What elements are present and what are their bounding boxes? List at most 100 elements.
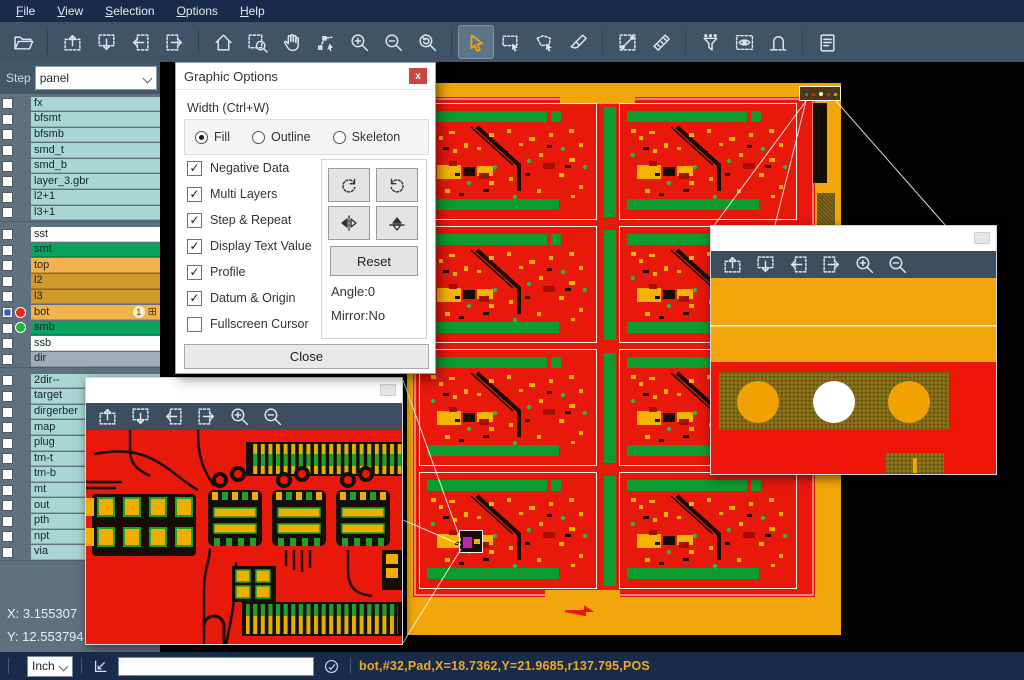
layer-row-l2[interactable]: l2	[0, 274, 160, 290]
layer-visibility-checkbox[interactable]	[2, 307, 13, 318]
layer-visibility-checkbox[interactable]	[2, 407, 13, 418]
layer-visibility-checkbox[interactable]	[2, 145, 13, 156]
radio-outline[interactable]: Outline	[252, 130, 311, 144]
step-select[interactable]: panel	[35, 66, 157, 90]
layer-visibility-checkbox[interactable]	[2, 338, 13, 349]
radio-fill[interactable]: Fill	[195, 130, 230, 144]
box-arrow-down-button[interactable]	[753, 254, 777, 276]
brush-button[interactable]	[561, 26, 595, 58]
layer-visibility-checkbox[interactable]	[2, 453, 13, 464]
layer-visibility-checkbox[interactable]	[2, 260, 13, 271]
layer-visibility-checkbox[interactable]	[2, 485, 13, 496]
menu-options[interactable]: Options	[167, 2, 228, 20]
dialog-close-action-button[interactable]: Close	[184, 344, 429, 369]
layer-row-layer_3.gbr[interactable]: layer_3.gbr	[0, 174, 160, 190]
layer-color-band[interactable]: smb	[31, 321, 160, 336]
report-button[interactable]	[810, 26, 844, 58]
box-arrow-left-button[interactable]	[786, 254, 810, 276]
layer-color-band[interactable]: bfsmb	[31, 128, 160, 143]
layer-visibility-checkbox[interactable]	[2, 354, 13, 365]
layer-color-band[interactable]: ssb	[31, 336, 160, 351]
set-origin-icon[interactable]	[90, 656, 112, 676]
layer-visibility-checkbox[interactable]	[2, 245, 13, 256]
checkbox-datum-origin[interactable]: ✓Datum & Origin	[187, 285, 322, 311]
layer-row-top[interactable]: top	[0, 258, 160, 274]
layer-visibility-checkbox[interactable]	[2, 422, 13, 433]
zoom-out-button[interactable]	[376, 26, 410, 58]
layer-row-dir[interactable]: dir	[0, 352, 160, 368]
menu-selection[interactable]: Selection	[95, 2, 164, 20]
step-repeat-grid-icon[interactable]: ⊞	[148, 307, 157, 318]
layer-visibility-checkbox[interactable]	[2, 500, 13, 511]
zoom-in-button[interactable]	[227, 406, 251, 428]
pan-hand-button[interactable]	[274, 26, 308, 58]
dialog-close-button[interactable]: x	[409, 68, 427, 84]
layer-color-band[interactable]: l3+1	[31, 206, 160, 221]
unit-select[interactable]: Inch	[27, 656, 73, 677]
apply-icon[interactable]	[320, 656, 342, 676]
menu-help[interactable]: Help	[230, 2, 275, 20]
layer-visibility-checkbox[interactable]	[2, 161, 13, 172]
zoom-out-button[interactable]	[260, 406, 284, 428]
layer-color-band[interactable]: smd_b	[31, 159, 160, 174]
filter-button[interactable]	[693, 26, 727, 58]
layer-visibility-checkbox[interactable]	[2, 114, 13, 125]
box-arrow-down-button[interactable]	[89, 26, 123, 58]
layer-row-bfsmb[interactable]: bfsmb	[0, 127, 160, 143]
menu-file[interactable]: File	[6, 2, 45, 20]
layer-visibility-checkbox[interactable]	[2, 229, 13, 240]
magnifier-titlebar[interactable]	[711, 226, 996, 251]
layer-visibility-checkbox[interactable]	[2, 192, 13, 203]
rotate-cw-button[interactable]	[328, 168, 370, 202]
box-arrow-right-button[interactable]	[194, 406, 218, 428]
layer-row-bfsmt[interactable]: bfsmt	[0, 112, 160, 128]
layer-visibility-checkbox[interactable]	[2, 207, 13, 218]
radio-skeleton[interactable]: Skeleton	[333, 130, 401, 144]
layer-row-smd_b[interactable]: smd_b	[0, 158, 160, 174]
box-arrow-up-button[interactable]	[720, 254, 744, 276]
window-button-icon[interactable]	[974, 232, 990, 244]
box-arrow-right-button[interactable]	[819, 254, 843, 276]
zoom-out-button[interactable]	[885, 254, 909, 276]
layer-visibility-checkbox[interactable]	[2, 276, 13, 287]
drag-shape-button[interactable]	[308, 26, 342, 58]
layer-color-band[interactable]: l2+1	[31, 190, 160, 205]
command-input[interactable]	[118, 657, 314, 676]
layer-visibility-checkbox[interactable]	[2, 375, 13, 386]
layer-visibility-checkbox[interactable]	[2, 98, 13, 109]
zoom-in-button[interactable]	[852, 254, 876, 276]
layer-visibility-checkbox[interactable]	[2, 438, 13, 449]
magnifier-window-corner[interactable]	[710, 225, 997, 475]
measure-diag-button[interactable]	[610, 26, 644, 58]
checkbox-profile[interactable]: ✓Profile	[187, 259, 322, 285]
flip-vertical-button[interactable]	[376, 206, 418, 240]
home-button[interactable]	[206, 26, 240, 58]
reset-button[interactable]: Reset	[330, 246, 418, 276]
rotate-ccw-button[interactable]	[376, 168, 418, 202]
open-folder-button[interactable]	[6, 26, 40, 58]
box-arrow-up-button[interactable]	[55, 26, 89, 58]
layer-row-smt[interactable]: smt	[0, 242, 160, 258]
layer-visibility-checkbox[interactable]	[2, 469, 13, 480]
layer-color-band[interactable]: smt	[31, 243, 160, 258]
layer-color-band[interactable]: l2	[31, 274, 160, 289]
layer-visibility-checkbox[interactable]	[2, 291, 13, 302]
layer-row-sst[interactable]: sst	[0, 227, 160, 243]
layer-row-l2+1[interactable]: l2+1	[0, 190, 160, 206]
box-arrow-down-button[interactable]	[128, 406, 152, 428]
menu-view[interactable]: View	[47, 2, 93, 20]
layer-visibility-checkbox[interactable]	[2, 323, 13, 334]
ruler-button[interactable]	[644, 26, 678, 58]
layer-row-l3+1[interactable]: l3+1	[0, 205, 160, 221]
layer-color-band[interactable]: smd_t	[31, 143, 160, 158]
zoom-region-button[interactable]	[240, 26, 274, 58]
magnifier-window-detail[interactable]	[85, 377, 403, 645]
layer-color-band[interactable]: dir	[31, 352, 160, 367]
layer-row-fx[interactable]: fx	[0, 96, 160, 112]
layer-color-band[interactable]: top	[31, 258, 160, 273]
eye-region-button[interactable]	[727, 26, 761, 58]
poly-select-button[interactable]	[527, 26, 561, 58]
pointer-select-button[interactable]	[459, 26, 493, 58]
layer-row-bot[interactable]: bot1⊞	[0, 305, 160, 321]
checkbox-multi-layers[interactable]: ✓Multi Layers	[187, 181, 322, 207]
